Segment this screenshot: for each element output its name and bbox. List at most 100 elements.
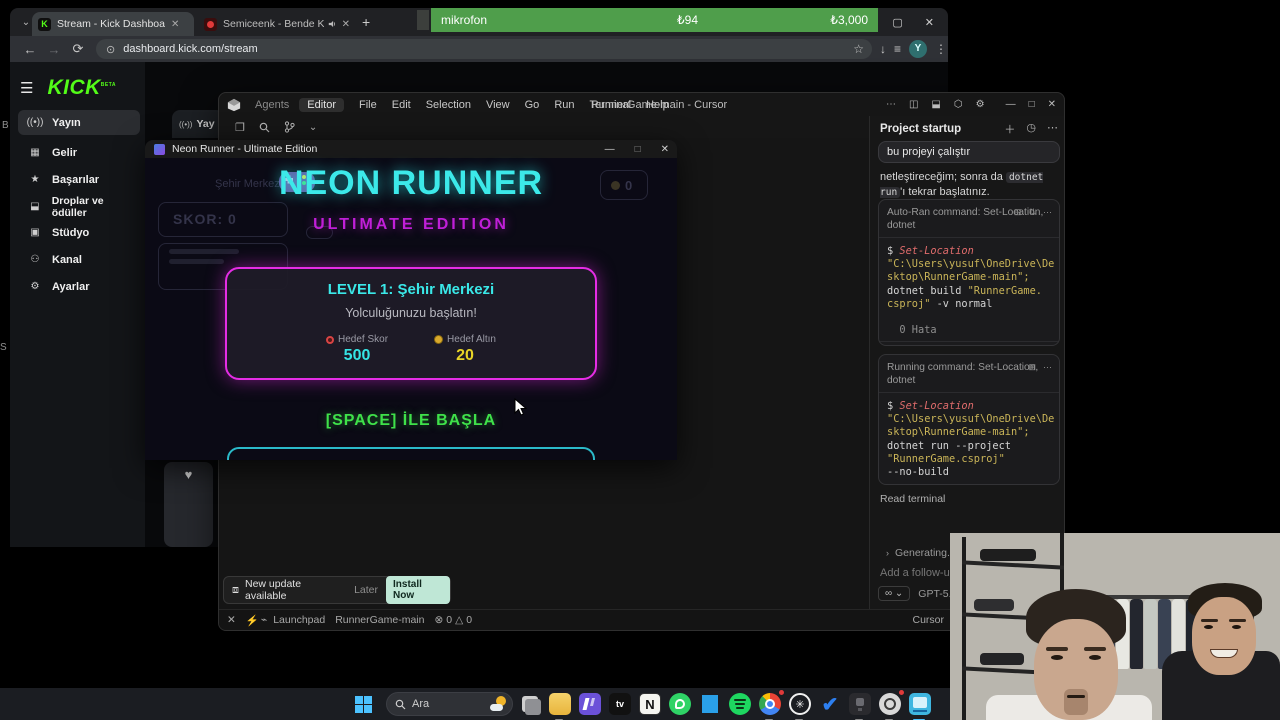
- heart-icon[interactable]: ♥: [164, 462, 213, 488]
- menu-go[interactable]: Go: [525, 99, 540, 111]
- sidebar-item-yayin[interactable]: ((•)) Yayın: [18, 110, 140, 135]
- obs-app-button[interactable]: [877, 689, 905, 720]
- settings-gear-icon[interactable]: ⚙: [976, 99, 985, 110]
- sidebar-item-basarilar[interactable]: ★ Başarılar: [18, 167, 140, 192]
- notification-badge: [778, 689, 785, 696]
- panel-more-icon[interactable]: ⋯: [1047, 121, 1058, 137]
- problems-indicator[interactable]: ⊗ 0 △ 0: [434, 614, 472, 626]
- address-bar[interactable]: ⊙ dashboard.kick.com/stream ☆: [96, 39, 872, 59]
- bookmark-star-icon[interactable]: ☆: [853, 42, 864, 56]
- back-button[interactable]: ←: [18, 42, 42, 57]
- menu-file[interactable]: File: [359, 99, 377, 111]
- open-terminal-icon[interactable]: ⊞: [1028, 361, 1036, 374]
- kick-page-tab-yayin[interactable]: ((•)) Yay: [172, 110, 224, 138]
- browser-maximize-button[interactable]: ▢: [892, 16, 902, 29]
- donation-overlay-bar[interactable]: mikrofon ₺94 ₺3,000: [417, 8, 878, 32]
- chevron-right-icon: ›: [886, 548, 889, 558]
- remote-icon[interactable]: ✕: [227, 614, 236, 626]
- task-view-button[interactable]: [517, 691, 543, 717]
- whatsapp-button[interactable]: [667, 691, 693, 717]
- reading-list-icon[interactable]: ≡: [894, 42, 901, 56]
- open-terminal-icon[interactable]: ⊞: [1014, 206, 1022, 219]
- drag-handle[interactable]: [417, 10, 429, 30]
- spotify-button[interactable]: [727, 691, 753, 717]
- read-terminal-label[interactable]: Read terminal: [880, 493, 945, 505]
- cursor-maximize-button[interactable]: □: [1029, 99, 1035, 110]
- scroll-icon[interactable]: ⇅: [1028, 206, 1036, 219]
- later-button[interactable]: Later: [354, 584, 378, 596]
- camera-app-button[interactable]: [847, 691, 873, 720]
- taskbar-search[interactable]: Ara: [386, 692, 513, 716]
- active-app-button[interactable]: [907, 691, 933, 720]
- menu-agents[interactable]: Agents: [255, 99, 289, 111]
- followup-input[interactable]: Add a follow-up: [880, 567, 956, 579]
- kick-logo[interactable]: KICKBETA: [47, 76, 116, 100]
- file-explorer-button[interactable]: [547, 691, 573, 720]
- cube-icon[interactable]: ⬡: [954, 99, 963, 110]
- sidebar-item-gelir[interactable]: ▦ Gelir: [18, 140, 140, 165]
- new-tab-button[interactable]: +: [362, 14, 370, 30]
- sidebar-item-studyo[interactable]: ▣ Stüdyo: [18, 220, 140, 245]
- layout-panel-icon[interactable]: ⬓: [931, 99, 940, 110]
- menu-edit[interactable]: Edit: [392, 99, 411, 111]
- bolt-icon[interactable]: ⚡: [246, 614, 259, 627]
- game-maximize-button[interactable]: □: [635, 144, 641, 155]
- cursor-logo-icon: [227, 98, 241, 111]
- branch-name[interactable]: RunnerGame-main: [335, 614, 424, 626]
- history-icon[interactable]: ◷: [1026, 121, 1036, 137]
- tab-close-icon[interactable]: ✕: [171, 19, 179, 30]
- game-close-button[interactable]: ✕: [661, 144, 669, 155]
- launchpad-label[interactable]: Launchpad: [273, 614, 325, 627]
- chevron-down-icon[interactable]: ⌄: [309, 122, 317, 133]
- generating-status[interactable]: › Generating...: [886, 547, 956, 559]
- clipboard-icon[interactable]: ❐: [235, 121, 245, 134]
- desktop-edge-letter: S: [0, 342, 7, 353]
- hamburger-menu-icon[interactable]: ☰: [20, 79, 33, 97]
- cursor-minimize-button[interactable]: —: [1006, 99, 1016, 110]
- game-minimize-button[interactable]: —: [605, 144, 615, 155]
- chrome-button[interactable]: [757, 689, 785, 720]
- tab-kick-dashboard[interactable]: K Stream - Kick Dashboard ✕: [32, 12, 194, 36]
- search-icon[interactable]: [259, 122, 270, 133]
- sidebar-item-kanal[interactable]: ⚇ Kanal: [18, 247, 140, 272]
- purple-app-button[interactable]: [577, 691, 603, 717]
- install-now-button[interactable]: Install Now: [386, 576, 450, 604]
- weather-icon[interactable]: [490, 695, 508, 713]
- browser-close-button[interactable]: ✕: [925, 16, 934, 29]
- card-more-icon[interactable]: ⋯: [1043, 206, 1052, 219]
- sidebar-item-droplar[interactable]: ⬓ Droplar ve ödüller: [18, 194, 140, 219]
- context-toggle[interactable]: ∞ ⌄: [878, 586, 911, 601]
- menu-editor[interactable]: Editor: [299, 97, 344, 112]
- browser-menu-icon[interactable]: ⋮: [935, 42, 947, 56]
- more-icon[interactable]: ⋯: [886, 99, 896, 110]
- search-icon: [395, 699, 406, 709]
- apple-tv-button[interactable]: tv: [607, 691, 633, 717]
- card-more-icon[interactable]: ⋯: [1043, 361, 1052, 374]
- chatgpt-button[interactable]: ✳: [787, 691, 813, 720]
- url-text[interactable]: dashboard.kick.com/stream: [123, 43, 258, 55]
- site-settings-icon[interactable]: ⊙: [106, 43, 115, 56]
- layout-sidebar-icon[interactable]: ◫: [909, 99, 918, 110]
- cursor-tab-status[interactable]: Cursor: [912, 614, 944, 626]
- reload-button[interactable]: ⟳: [66, 41, 90, 57]
- forward-button[interactable]: →: [42, 42, 66, 57]
- sidebar-item-ayarlar[interactable]: ⚙ Ayarlar: [18, 274, 140, 299]
- vscode-button[interactable]: [697, 691, 723, 717]
- blue-check-app-button[interactable]: ✔: [817, 691, 843, 717]
- profile-avatar[interactable]: Y: [909, 40, 928, 58]
- menu-selection[interactable]: Selection: [426, 99, 471, 111]
- new-chat-icon[interactable]: ＋: [1004, 121, 1015, 137]
- cursor-close-button[interactable]: ✕: [1048, 99, 1056, 110]
- tab-title: Stream - Kick Dashboard: [57, 18, 165, 30]
- browser-toolbar: ← → ⟳ ⊙ dashboard.kick.com/stream ☆ ↓ ≡ …: [10, 36, 948, 62]
- start-button[interactable]: [350, 691, 376, 717]
- menu-view[interactable]: View: [486, 99, 510, 111]
- donation-amount-mid: ₺94: [677, 13, 698, 27]
- tab-close-icon[interactable]: ✕: [342, 19, 350, 30]
- game-title: NEON RUNNER: [278, 164, 544, 202]
- git-branch-icon[interactable]: [284, 121, 295, 133]
- notion-button[interactable]: N: [637, 691, 663, 717]
- tab-audio-icon[interactable]: [328, 19, 336, 29]
- downloads-icon[interactable]: ↓: [880, 42, 886, 56]
- tab-semiceenk[interactable]: Semiceenk - Bende Katilimi ✕: [198, 12, 356, 36]
